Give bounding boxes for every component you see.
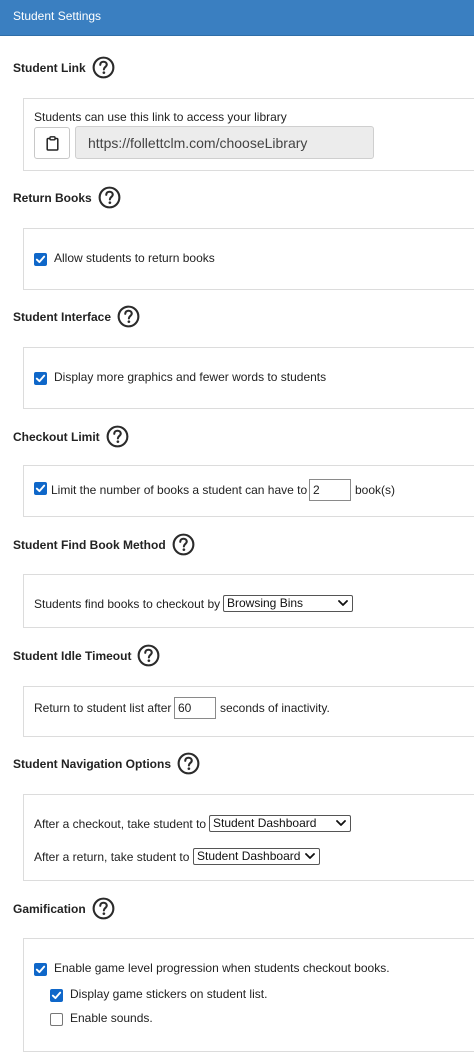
student-interface-help-icon[interactable] [117,305,140,328]
find-book-method-heading: Student Find Book Method [13,533,195,556]
chevron-down-icon [338,600,348,606]
student-interface-heading: Student Interface [13,305,140,328]
game-progression-label: Enable game level progression when stude… [54,961,390,975]
idle-timeout-help-icon[interactable] [137,644,160,667]
student-link-help-icon[interactable] [92,56,115,79]
more-graphics-checkbox[interactable] [34,372,47,385]
allow-return-label: Allow students to return books [54,251,215,265]
after-checkout-label: After a checkout, take student to [34,817,207,831]
limit-books-label: Limit the number of books a student can … [51,483,308,497]
after-return-selected: Student Dashboard [197,849,301,863]
student-link-title: Student Link [13,60,86,75]
game-stickers-label: Display game stickers on student list. [70,987,268,1001]
find-book-method-title: Student Find Book Method [13,537,166,552]
after-return-select[interactable]: Student Dashboard [193,848,320,865]
game-progression-checkbox[interactable] [34,963,47,976]
find-book-method-selected: Browsing Bins [227,596,304,610]
checkout-limit-heading: Checkout Limit [13,425,129,448]
book-limit-unit: book(s) [355,483,396,497]
idle-timeout-label-before: Return to student list after [34,701,172,715]
after-checkout-select[interactable]: Student Dashboard [209,815,351,832]
after-return-label: After a return, take student to [34,850,190,864]
idle-timeout-label-after: seconds of inactivity. [220,701,330,715]
allow-return-checkbox[interactable] [34,253,47,266]
student-link-heading: Student Link [13,56,115,79]
student-interface-title: Student Interface [13,309,112,324]
find-book-method-help-icon[interactable] [172,533,195,556]
return-books-title: Return Books [13,190,92,205]
checkout-limit-help-icon[interactable] [106,425,129,448]
enable-sounds-checkbox[interactable] [50,1013,63,1026]
navigation-options-panel [23,794,474,881]
after-checkout-selected: Student Dashboard [213,816,317,830]
idle-timeout-heading: Student Idle Timeout [13,644,160,667]
return-books-heading: Return Books [13,186,121,209]
game-stickers-checkbox[interactable] [50,989,63,1002]
chevron-down-icon [305,853,315,859]
navigation-options-heading: Student Navigation Options [13,752,200,775]
book-limit-input[interactable]: 2 [309,479,351,501]
student-link-url-field[interactable]: https://follettclm.com/chooseLibrary [75,126,374,159]
settings-header: Student Settings [0,0,474,36]
navigation-options-help-icon[interactable] [177,752,200,775]
return-books-help-icon[interactable] [98,186,121,209]
limit-books-checkbox[interactable] [34,482,47,495]
student-link-description: Students can use this link to access you… [34,110,287,124]
find-book-method-select[interactable]: Browsing Bins [223,595,353,612]
more-graphics-label: Display more graphics and fewer words to… [54,370,327,384]
page-title: Student Settings [13,9,102,23]
clipboard-icon [46,136,59,151]
find-book-method-label: Students find books to checkout by [34,597,221,611]
gamification-heading: Gamification [13,897,115,920]
gamification-help-icon[interactable] [92,897,115,920]
copy-link-button[interactable] [34,127,70,159]
idle-seconds-input[interactable]: 60 [174,697,216,719]
checkout-limit-title: Checkout Limit [13,429,100,444]
idle-timeout-title: Student Idle Timeout [13,648,132,663]
navigation-options-title: Student Navigation Options [13,756,171,771]
enable-sounds-label: Enable sounds. [70,1011,153,1025]
chevron-down-icon [336,820,346,826]
gamification-title: Gamification [13,901,86,916]
